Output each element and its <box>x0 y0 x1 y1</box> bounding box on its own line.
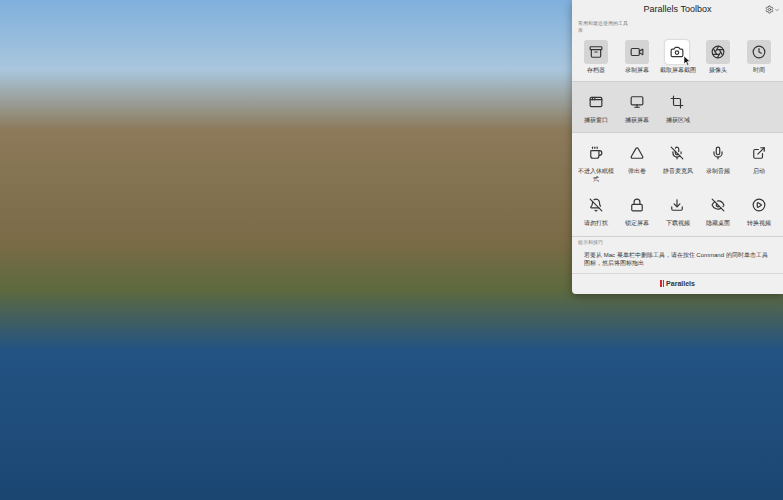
tool-button[interactable]: 下载视频 <box>657 193 698 228</box>
tool-label: 下载视频 <box>658 220 698 228</box>
tool-row: 不进入休眠模式弹出卷静音麦克风录制音频启动 <box>572 133 783 185</box>
tool-label: 转换视频 <box>739 220 779 228</box>
tool-label: 存档器 <box>576 67 616 75</box>
tool-row: 请勿打扰锁定屏幕下载视频隐藏桌面转换视频 <box>572 185 783 230</box>
tool-icon <box>625 90 649 114</box>
favorites-caption: 常用和最近使用的工具 <box>572 20 783 27</box>
tool-icon <box>584 141 608 165</box>
tool-label: 请勿打扰 <box>576 220 616 228</box>
tool-label: 截取屏幕截图 <box>658 67 698 75</box>
tool-label: 摄像头 <box>698 67 738 75</box>
screenshot-submenu: 捕获窗口捕获屏幕捕获区域 <box>572 81 783 134</box>
tool-label: 启动 <box>739 168 779 176</box>
tool-icon <box>625 141 649 165</box>
tool-icon <box>706 193 730 217</box>
tool-button[interactable]: 不进入休眠模式 <box>576 141 617 183</box>
tool-icon <box>747 141 771 165</box>
tool-label: 捕获窗口 <box>576 117 616 125</box>
tool-icon <box>584 40 608 64</box>
footer-logo: Parallels <box>666 279 695 290</box>
tool-button[interactable]: 录制音频 <box>698 141 739 183</box>
tool-button[interactable]: 捕获区域 <box>657 90 698 125</box>
tool-button[interactable]: 锁定屏幕 <box>617 193 658 228</box>
tool-button[interactable]: 静音麦克风 <box>657 141 698 183</box>
tool-button[interactable]: 弹出卷 <box>617 141 658 183</box>
tool-label: 时间 <box>739 67 779 75</box>
tool-button[interactable]: 请勿打扰 <box>576 193 617 228</box>
tool-label: 隐藏桌面 <box>698 220 738 228</box>
tool-label: 不进入休眠模式 <box>576 168 616 183</box>
chevron-icon <box>774 7 780 13</box>
tool-button[interactable]: 存档器 <box>576 40 617 75</box>
toolbox-popover: Parallels Toolbox常用和最近使用的工具库存档器录制屏幕截取屏幕截… <box>572 0 783 294</box>
tips-title: 提示和技巧 <box>572 237 783 246</box>
tool-button[interactable]: 截取屏幕截图 <box>657 40 698 75</box>
tool-icon <box>665 141 689 165</box>
tips-text: 若要从 Mac 菜单栏中删除工具，请在按住 Command 的同时单击工具图标，… <box>572 246 783 273</box>
tool-icon <box>625 40 649 64</box>
tool-button[interactable]: 摄像头 <box>698 40 739 75</box>
tool-label: 录制音频 <box>698 168 738 176</box>
tool-label: 捕获屏幕 <box>617 117 657 125</box>
tool-icon <box>665 193 689 217</box>
tool-icon <box>625 193 649 217</box>
tool-icon <box>584 193 608 217</box>
tool-button[interactable]: 启动 <box>738 141 779 183</box>
tool-icon <box>747 193 771 217</box>
footer: Parallels <box>572 273 783 295</box>
tool-button[interactable]: 隐藏桌面 <box>698 193 739 228</box>
cursor-icon <box>684 56 691 66</box>
gear-icon <box>765 5 774 14</box>
tool-button[interactable]: 时间 <box>738 40 779 75</box>
tool-icon <box>706 40 730 64</box>
library-caption: 库 <box>572 27 783 34</box>
tool-icon <box>747 40 771 64</box>
title-bar: Parallels Toolbox <box>572 0 783 20</box>
divider <box>572 236 783 237</box>
tool-label: 锁定屏幕 <box>617 220 657 228</box>
tool-button[interactable]: 转换视频 <box>738 193 779 228</box>
tool-label: 捕获区域 <box>658 117 698 125</box>
tool-button[interactable]: 捕获窗口 <box>576 90 617 125</box>
settings-button[interactable] <box>765 5 780 14</box>
tool-icon <box>706 141 730 165</box>
tool-icon <box>584 90 608 114</box>
tool-icon <box>665 90 689 114</box>
top-tools: 存档器录制屏幕截取屏幕截图摄像头时间 <box>572 34 783 81</box>
tool-button[interactable]: 捕获屏幕 <box>617 90 658 125</box>
window-title: Parallels Toolbox <box>644 3 712 17</box>
logo-bars-icon <box>660 280 664 287</box>
desktop: Parallels Toolbox常用和最近使用的工具库存档器录制屏幕截取屏幕截… <box>0 0 783 500</box>
tool-label: 弹出卷 <box>617 168 657 176</box>
tool-label: 静音麦克风 <box>658 168 698 176</box>
tool-button[interactable]: 录制屏幕 <box>617 40 658 75</box>
tool-label: 录制屏幕 <box>617 67 657 75</box>
